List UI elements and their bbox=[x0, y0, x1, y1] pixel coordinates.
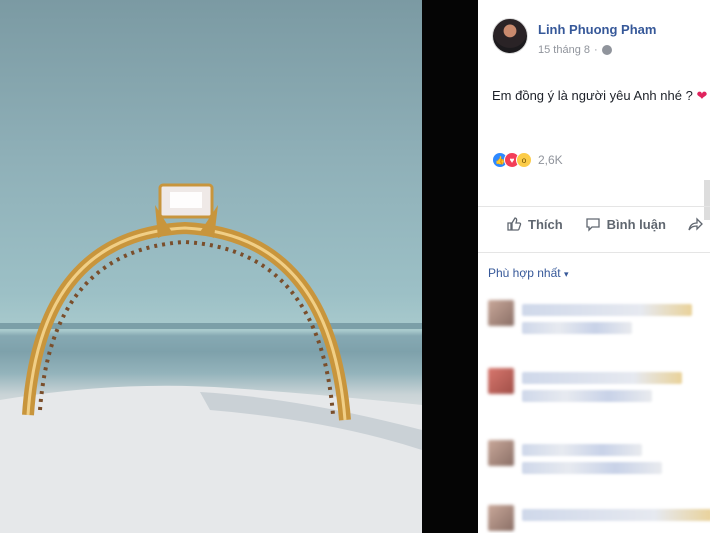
comment-item bbox=[488, 368, 682, 402]
heart-emoji: ❤ bbox=[696, 88, 708, 103]
post-photo[interactable] bbox=[0, 0, 422, 533]
commenter-avatar[interactable] bbox=[488, 440, 514, 466]
thumbs-up-icon bbox=[507, 217, 522, 231]
horizon-line bbox=[0, 323, 422, 329]
post-actions: Thích Bình luận bbox=[478, 216, 710, 232]
like-label: Thích bbox=[528, 216, 563, 232]
comment-label: Bình luận bbox=[606, 216, 666, 232]
ring-photo-illustration bbox=[0, 183, 422, 533]
wow-icon: o bbox=[516, 152, 532, 168]
comment-item bbox=[488, 505, 710, 531]
scrollbar[interactable] bbox=[704, 180, 710, 220]
comment-item bbox=[488, 300, 692, 334]
commenter-avatar[interactable] bbox=[488, 505, 514, 531]
divider bbox=[478, 206, 710, 207]
like-button[interactable]: Thích bbox=[506, 216, 563, 232]
photo-viewer-gutter bbox=[422, 0, 478, 533]
diamond-facet bbox=[170, 192, 202, 208]
status-text: Em đồng ý là người yêu Anh nhé ? ❤ bbox=[492, 88, 708, 103]
comment-button[interactable]: Bình luận bbox=[585, 216, 666, 232]
author-avatar[interactable] bbox=[492, 18, 528, 54]
blurred-comment-text bbox=[522, 304, 692, 316]
comment-sort-dropdown[interactable]: Phù hợp nhất ▾ bbox=[488, 266, 568, 280]
commenter-avatar[interactable] bbox=[488, 368, 514, 394]
timestamp[interactable]: 15 tháng 8 bbox=[538, 44, 590, 56]
globe-icon bbox=[601, 45, 612, 55]
caret-down-icon: ▾ bbox=[563, 269, 569, 279]
blurred-comment-text bbox=[522, 444, 642, 456]
comment-icon bbox=[586, 218, 600, 232]
blurred-comment-text bbox=[522, 372, 682, 384]
blurred-comment-text bbox=[522, 390, 652, 402]
post-panel: Linh Phuong Pham 15 tháng 8 · Em đồng ý … bbox=[478, 0, 710, 533]
reaction-summary[interactable]: 👍 ♥ o 2,6K bbox=[492, 152, 563, 168]
share-icon bbox=[688, 217, 703, 231]
divider bbox=[478, 252, 710, 253]
share-button[interactable] bbox=[688, 216, 704, 232]
post-meta: 15 tháng 8 · bbox=[538, 44, 612, 56]
reaction-count: 2,6K bbox=[538, 153, 563, 167]
blurred-comment-text bbox=[522, 509, 710, 521]
commenter-avatar[interactable] bbox=[488, 300, 514, 326]
comment-item bbox=[488, 440, 662, 474]
blurred-comment-text bbox=[522, 322, 632, 334]
blurred-comment-text bbox=[522, 462, 662, 474]
author-name[interactable]: Linh Phuong Pham bbox=[538, 22, 656, 37]
